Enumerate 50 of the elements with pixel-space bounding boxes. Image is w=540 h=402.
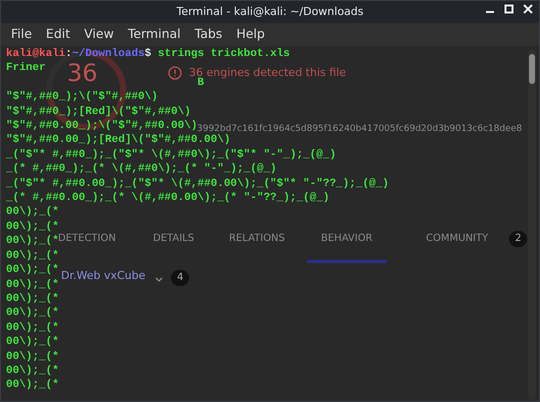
output-line: 00\);_(* xyxy=(6,364,59,378)
output-line: _("$"* #,##0.00_);_("$"* \(#,##0.00\);_("$"* "-"??_);_(@_) xyxy=(6,176,389,192)
maximize-icon[interactable] xyxy=(504,4,514,14)
output-line: "$"#,##0.00_);[Red]\("$"#,##0.00\) xyxy=(6,133,230,148)
alert-icon xyxy=(168,66,182,80)
window-title: Terminal - kali@kali: ~/Downloads xyxy=(176,4,364,20)
output-line: 00\);_(* xyxy=(6,335,59,350)
output-line: 00\);_(* xyxy=(6,306,59,321)
output-line: 00\);_(* xyxy=(6,378,59,393)
sandbox-name: Dr.Web vxCube xyxy=(61,269,146,284)
page-tab[interactable]: COMMUNITY xyxy=(426,232,488,246)
output-line: 00\);_(* xyxy=(6,350,59,364)
output-line: _(* #,##0.00_);_(* \(#,##0.00\);_(* "-"??_);_(@_) xyxy=(6,191,330,206)
menu-item[interactable]: View xyxy=(84,25,122,44)
close-icon[interactable] xyxy=(523,4,533,14)
output-line: 00\);_(* xyxy=(6,292,59,306)
output-line: 00\);_(* xyxy=(6,205,59,220)
output-line: 00\);_(* xyxy=(6,248,59,264)
output-line: 00\);_(* xyxy=(6,320,59,336)
output-line: 00\);_(* xyxy=(6,220,59,234)
prompt-symbol: $ xyxy=(144,48,152,60)
chevron-icon[interactable] xyxy=(155,277,163,283)
output-line: _(* #,##0_);_(* \(#,##0\);_(* "-"_);_(@_) xyxy=(6,162,277,177)
prompt-separator: : xyxy=(65,48,72,60)
menu-item[interactable]: Tabs xyxy=(194,25,230,44)
file-hash: 3992bd7c161fc1964c5d895f16240b417005fc69d20d3b9013c6c18dee8 xyxy=(197,123,522,134)
command-text: strings trickbot.xls xyxy=(156,48,290,60)
menu-item[interactable]: Help xyxy=(236,25,273,44)
output-line: "$"#,##0.00_);\("$"#,##0.00\) xyxy=(6,119,198,134)
prompt-path: ~/Downloads xyxy=(72,48,145,60)
output-line: "$"#,##0_);\("$"#,##0\) xyxy=(6,90,158,105)
output-line: _("$"* #,##0_);_("$"* \(#,##0\);_("$"* "-"_);_(@_) xyxy=(6,148,336,162)
menu-item[interactable]: Terminal xyxy=(128,25,189,44)
page-tab[interactable]: BEHAVIOR xyxy=(307,232,387,264)
scrollbar[interactable] xyxy=(528,50,536,400)
output-line: "$"#,##0_);[Red]\("$"#,##0\) xyxy=(6,104,191,120)
page-tab[interactable]: DETECTION xyxy=(58,232,116,246)
output-line: 00\);_(* xyxy=(6,263,59,278)
count-badge: 4 xyxy=(171,270,190,286)
output-line: B xyxy=(196,76,204,90)
count-badge: 2 xyxy=(509,231,528,248)
output-line: 00\);_(* xyxy=(6,278,59,292)
output-line: 00\);_(* xyxy=(6,234,59,249)
prompt-user: kali@kali xyxy=(6,48,66,60)
page-tab[interactable]: RELATIONS xyxy=(229,232,285,246)
page-tab[interactable]: DETAILS xyxy=(153,232,194,246)
output-line: Friner xyxy=(6,61,46,76)
menu-item[interactable]: File xyxy=(11,25,40,44)
alert-text: 36 engines detected this file xyxy=(189,66,346,79)
menu-item[interactable]: Edit xyxy=(46,25,78,44)
